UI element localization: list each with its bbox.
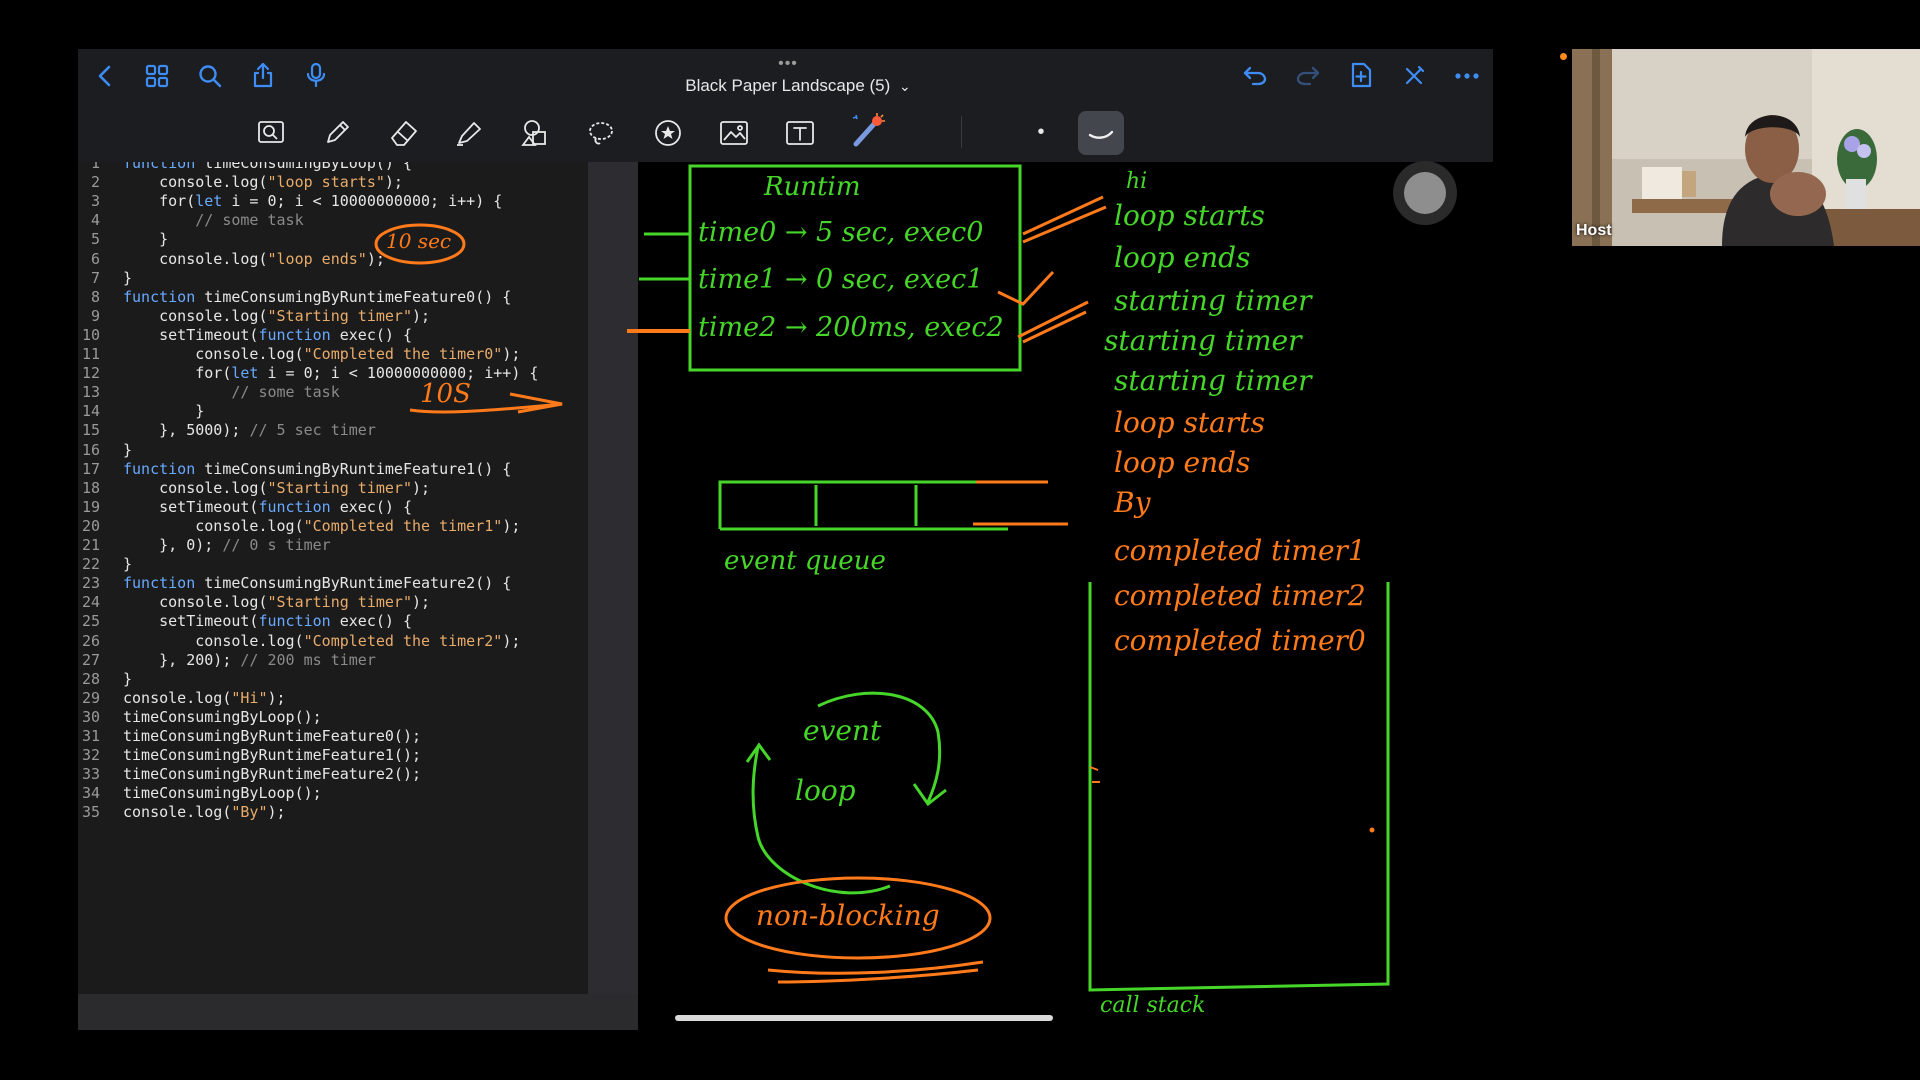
line-number: 35 <box>81 803 100 822</box>
lasso-icon[interactable] <box>586 118 614 146</box>
sticker-icon[interactable] <box>652 118 681 146</box>
image-icon[interactable] <box>718 118 748 146</box>
pen-stroke-selected[interactable] <box>1078 111 1124 155</box>
laser-pointer-cursor <box>1393 161 1457 225</box>
pen-size-small[interactable]: • <box>1026 116 1056 148</box>
chevron-down-icon: ⌄ <box>899 78 911 94</box>
code-lines: 1 function timeConsumingByLoop() {2 conso… <box>78 162 588 994</box>
undo-icon[interactable] <box>1240 61 1270 91</box>
redo-icon[interactable] <box>1293 61 1323 91</box>
multitask-dots[interactable]: ••• <box>768 55 808 73</box>
console-output-line: loop starts <box>1114 406 1265 439</box>
zoom-lasso-icon[interactable] <box>256 118 284 146</box>
console-output-line: loop ends <box>1114 446 1251 479</box>
call-stack-dot <box>1369 827 1375 833</box>
document-title: Black Paper Landscape (5) <box>685 76 891 95</box>
event-loop-arrowhead-left <box>745 742 772 763</box>
top-bar: ••• Black Paper Landscape (5) ⌄ <box>78 49 1493 104</box>
recording-indicator <box>1560 53 1567 60</box>
non-blocking-underline <box>767 960 984 984</box>
runtime-row-2: time2 → 200ms, exec2 <box>698 312 1004 343</box>
event-loop-arc-left <box>751 746 891 895</box>
document-title-button[interactable]: Black Paper Landscape (5) ⌄ <box>638 76 958 96</box>
mic-icon[interactable] <box>301 60 331 90</box>
console-output-line: By <box>1114 486 1151 519</box>
check-mark-3 <box>1017 300 1089 344</box>
code-line: 35 console.log("By"); <box>78 801 588 824</box>
console-output-line: loop starts <box>1114 199 1265 232</box>
code-text: console.log("By"); <box>123 803 286 822</box>
console-output-line: starting timer <box>1104 324 1302 357</box>
runtime-row-1: time1 → 0 sec, exec1 <box>698 264 984 295</box>
annotation-ten-sec: 10 sec <box>386 229 452 253</box>
highlighter-icon[interactable] <box>454 118 482 146</box>
more-icon[interactable] <box>1452 61 1482 91</box>
runtime-title: Runtim <box>764 172 861 202</box>
non-blocking-label: non-blocking <box>756 899 940 932</box>
pen-icon[interactable] <box>322 118 350 146</box>
close-icon[interactable] <box>1399 61 1429 91</box>
text-icon[interactable] <box>784 118 814 146</box>
console-output-line: starting timer <box>1114 284 1312 317</box>
event-loop-label-2: loop <box>795 774 856 807</box>
notes-app-window: ••• Black Paper Landscape (5) ⌄ • 1 func… <box>78 49 1493 1030</box>
console-output-line: starting timer <box>1114 364 1312 397</box>
call-stack-label: call stack <box>1100 993 1206 1018</box>
console-output-line: hi <box>1126 169 1148 194</box>
event-queue-top <box>718 480 1008 529</box>
console-output-line: completed timer2 <box>1114 579 1366 612</box>
console-output-line: completed timer1 <box>1114 534 1366 567</box>
host-video-tile[interactable] <box>1572 49 1920 246</box>
runtime-row-0: time0 → 5 sec, exec0 <box>698 217 984 248</box>
drawing-toolbar: • <box>78 104 1493 163</box>
event-queue-dividers <box>814 485 918 526</box>
laser-pointer-icon[interactable] <box>850 112 885 147</box>
console-output-line: loop ends <box>1114 241 1251 274</box>
horizontal-scroll-indicator[interactable] <box>675 1015 1053 1021</box>
toolbar-divider <box>961 116 962 148</box>
check-mark-2 <box>997 270 1055 306</box>
share-icon[interactable] <box>248 60 278 90</box>
eraser-icon[interactable] <box>388 118 417 146</box>
add-page-icon[interactable] <box>1346 60 1376 90</box>
search-icon[interactable] <box>195 61 225 91</box>
event-queue-orange-lines <box>973 480 1068 526</box>
host-name-label: Host <box>1576 222 1612 239</box>
check-mark-1 <box>1022 195 1107 244</box>
grid-icon[interactable] <box>142 61 172 91</box>
event-queue-label: event queue <box>724 546 886 576</box>
host-video-frame <box>1572 49 1920 246</box>
console-output-line: completed timer0 <box>1114 624 1366 657</box>
back-chevron-icon[interactable] <box>90 61 120 91</box>
shapes-icon[interactable] <box>520 118 548 146</box>
event-loop-label-1: event <box>803 714 882 747</box>
annotation-ten-s: 10S <box>420 379 471 409</box>
